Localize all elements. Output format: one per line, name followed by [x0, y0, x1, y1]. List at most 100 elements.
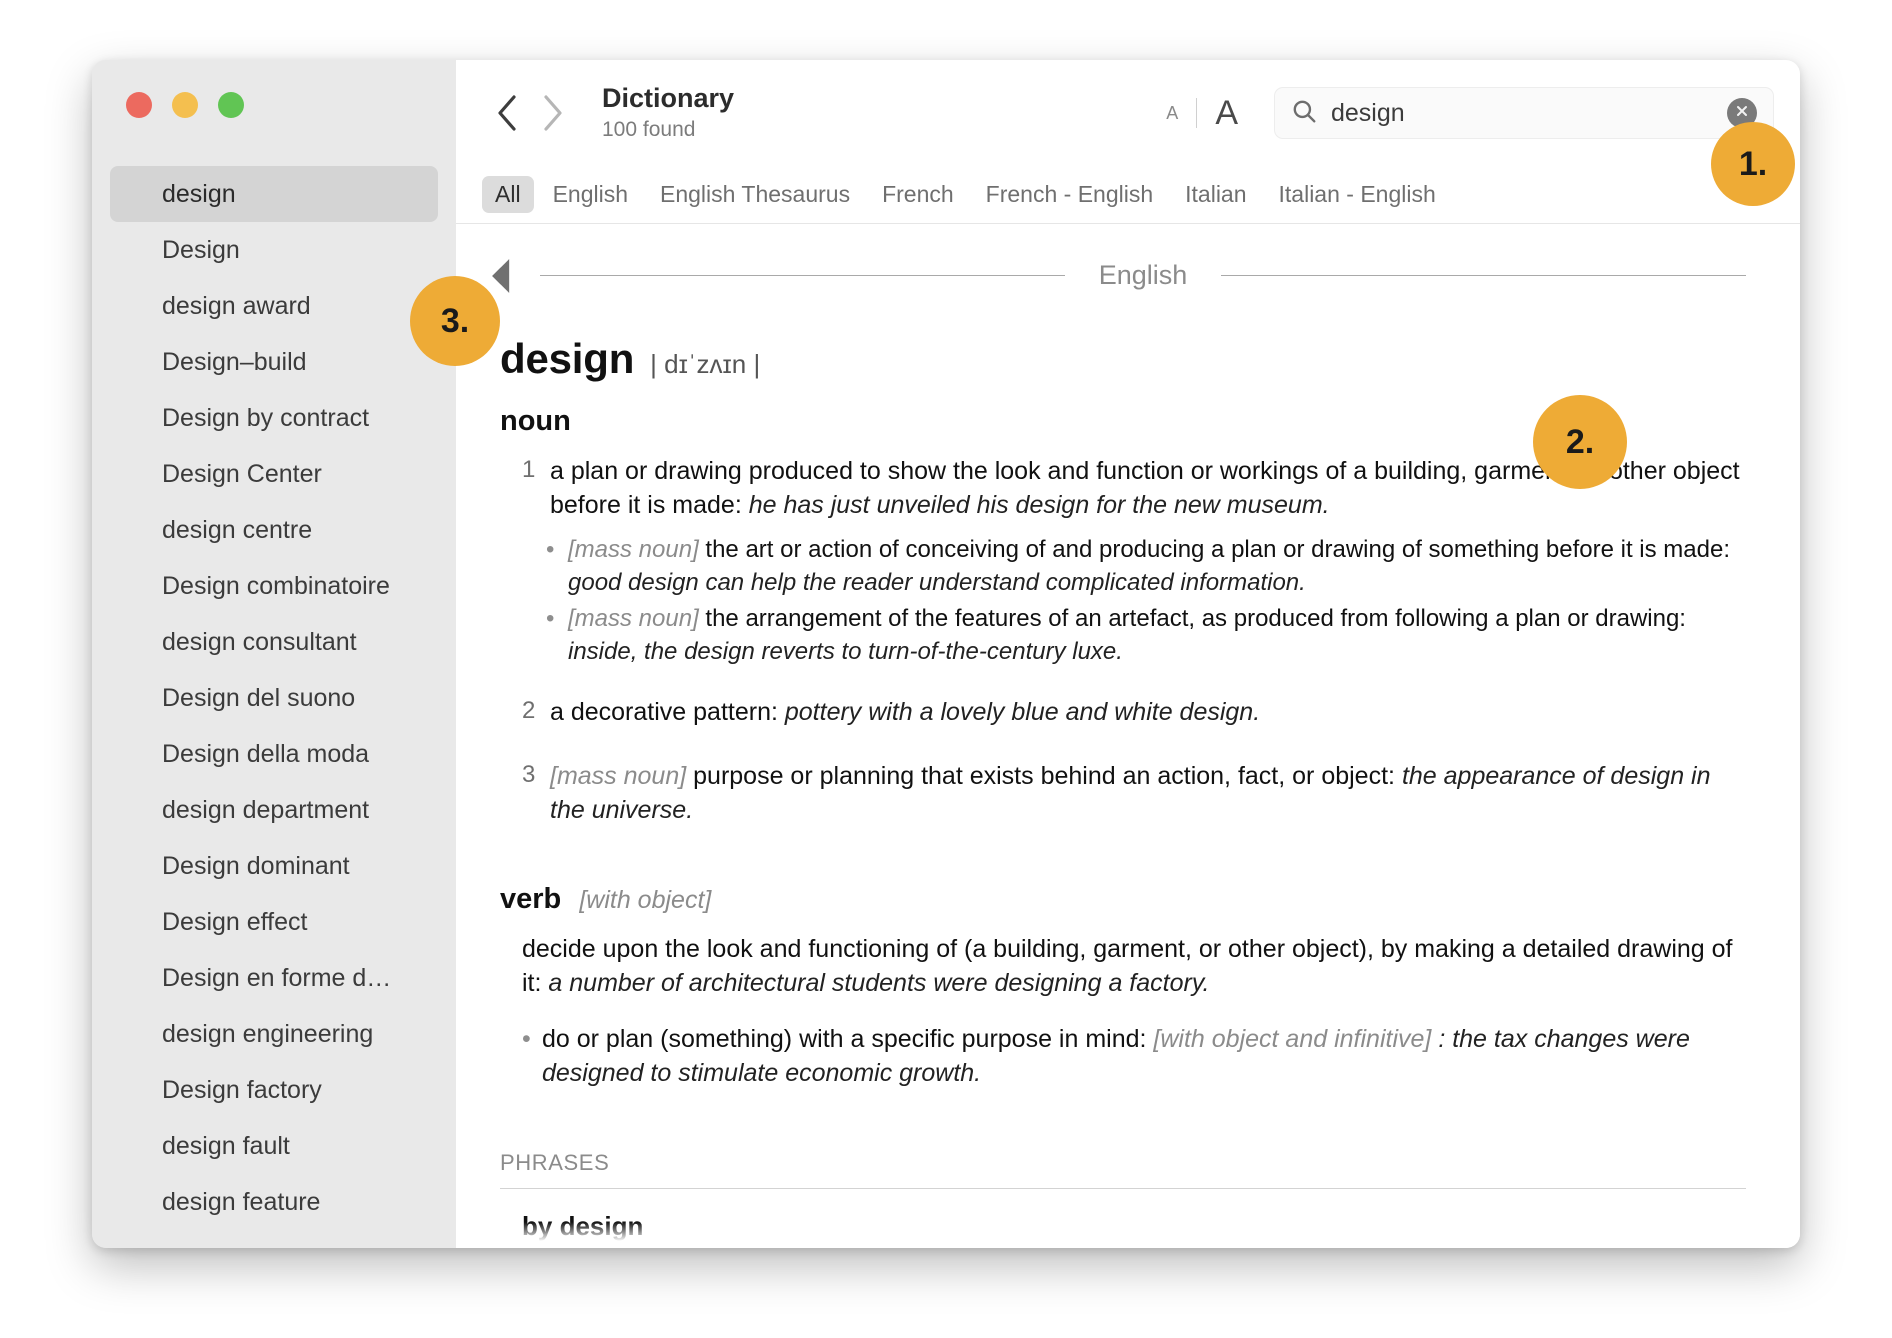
annotation-badge-2: 2.	[1533, 395, 1627, 489]
sidebar-item-design-department[interactable]: design department	[110, 782, 438, 838]
tab-label: All	[495, 181, 521, 207]
result-label: design	[162, 179, 236, 208]
sidebar-item-design-family[interactable]: Design family	[110, 1230, 438, 1249]
grammar-label: [mass noun]	[568, 536, 699, 563]
result-label: design feature	[162, 1187, 321, 1216]
sidebar-item-design-en-forme[interactable]: Design en forme d…	[110, 950, 438, 1006]
sidebar-item-design-consultant[interactable]: design consultant	[110, 614, 438, 670]
content-pane: Dictionary 100 found A A design All Engl…	[456, 60, 1800, 1248]
back-button[interactable]	[484, 90, 530, 136]
tab-english[interactable]: English	[540, 176, 641, 213]
divider	[540, 275, 1065, 276]
result-label: design department	[162, 795, 370, 824]
pos-label: verb	[500, 882, 562, 915]
sidebar-item-design-factory[interactable]: Design factory	[110, 1062, 438, 1118]
sense-3: 3 [mass noun] purpose or planning that e…	[522, 759, 1746, 827]
result-label: design centre	[162, 515, 313, 544]
sense-2: 2 a decorative pattern: pottery with a l…	[522, 695, 1746, 729]
tab-english-thesaurus[interactable]: English Thesaurus	[647, 176, 863, 213]
grammar-label: [with object and infinitive]	[1153, 1024, 1432, 1053]
zoom-button[interactable]	[218, 92, 244, 118]
annotation-badge-3: 3.	[410, 276, 500, 366]
verb-subsense-definition: do or plan (something) with a specific p…	[542, 1024, 1147, 1053]
sense-definition: a decorative pattern:	[550, 697, 778, 726]
dictionary-tab-bar: All English English Thesaurus French Fre…	[456, 166, 1800, 224]
tab-all[interactable]: All	[482, 176, 534, 213]
subsense-definition: the arrangement of the features of an ar…	[705, 605, 1686, 633]
verb-sense: decide upon the look and functioning of …	[522, 932, 1746, 1000]
toolbar: Dictionary 100 found A A design	[456, 60, 1800, 166]
tab-label: English	[552, 181, 628, 207]
subsense-body: [mass noun] the art or action of conceiv…	[568, 534, 1746, 599]
sidebar-item-design-effect[interactable]: Design effect	[110, 894, 438, 950]
sidebar-item-design-by-contract[interactable]: Design by contract	[110, 390, 438, 446]
sense-example: pottery with a lovely blue and white des…	[784, 697, 1261, 726]
section-label: English	[1098, 260, 1188, 290]
tab-french-english[interactable]: French - English	[973, 176, 1166, 213]
grammar-label: [mass noun]	[550, 761, 687, 790]
result-label: Design dominant	[162, 851, 350, 880]
increase-font-size-button[interactable]: A	[1197, 94, 1256, 133]
window-controls	[126, 92, 244, 118]
result-label: Design by contract	[162, 403, 370, 432]
sidebar-item-design-award[interactable]: design award	[110, 278, 438, 334]
chevron-right-icon	[540, 93, 566, 133]
sidebar-item-design-engineering[interactable]: design engineering	[110, 1006, 438, 1062]
phrases-heading: PHRASES	[500, 1149, 610, 1175]
sidebar-item-design-combinatoire[interactable]: Design combinatoire	[110, 558, 438, 614]
subsense-body: [mass noun] the arrangement of the featu…	[568, 603, 1746, 668]
sidebar-item-design-centre[interactable]: design centre	[110, 502, 438, 558]
annotation-badge-1: 1.	[1711, 122, 1795, 206]
sense-body: a decorative pattern: pottery with a lov…	[550, 695, 1746, 729]
result-label: design award	[162, 291, 311, 320]
result-label: Design del suono	[162, 683, 356, 712]
phrase-term: by design	[522, 1210, 644, 1241]
minimize-button[interactable]	[172, 92, 198, 118]
search-value: design	[1331, 98, 1405, 127]
sense-body: [mass noun] purpose or planning that exi…	[550, 759, 1746, 827]
sidebar-item-design-del-suono[interactable]: Design del suono	[110, 670, 438, 726]
search-input[interactable]: design	[1274, 87, 1774, 139]
sense-number: 3	[522, 760, 536, 788]
tab-french[interactable]: French	[869, 176, 967, 213]
tab-italian-english[interactable]: Italian - English	[1266, 176, 1449, 213]
result-label: Design factory	[162, 1075, 322, 1104]
result-label: Design family	[162, 1244, 312, 1249]
badge-label: 1.	[1738, 144, 1768, 183]
tab-italian[interactable]: Italian	[1172, 176, 1259, 213]
clear-circle-icon	[1734, 103, 1750, 124]
font-size-controls: A A	[1148, 94, 1256, 133]
sidebar-item-design-della-moda[interactable]: Design della moda	[110, 726, 438, 782]
pronunciation: | dɪˈzʌɪn |	[650, 349, 761, 379]
search-results-list[interactable]: design Design design award Design–build …	[92, 166, 456, 1248]
search-icon	[1291, 98, 1317, 129]
subsense-example: good design can help the reader understa…	[568, 568, 1306, 596]
sidebar-item-design-cap[interactable]: Design	[110, 222, 438, 278]
subsense-example: inside, the design reverts to turn-of-th…	[568, 637, 1123, 665]
chevron-left-icon	[494, 93, 520, 133]
sidebar-item-design-build[interactable]: Design–build	[110, 334, 438, 390]
result-label: Design della moda	[162, 739, 370, 768]
divider	[500, 1187, 1746, 1189]
bullet-icon: •	[546, 605, 555, 633]
close-button[interactable]	[126, 92, 152, 118]
dictionary-window: design Design design award Design–build …	[92, 60, 1800, 1248]
bullet-icon: •	[546, 536, 555, 563]
sidebar-item-design-feature[interactable]: design feature	[110, 1174, 438, 1230]
sidebar-item-design-center[interactable]: Design Center	[110, 446, 438, 502]
part-of-speech-verb: verb [with object]	[500, 883, 1746, 916]
disclosure-triangle-icon[interactable]	[492, 258, 527, 293]
bullet-icon: •	[522, 1024, 531, 1053]
sidebar-item-design-dominant[interactable]: Design dominant	[110, 838, 438, 894]
forward-button[interactable]	[530, 90, 576, 136]
sidebar: design Design design award Design–build …	[92, 60, 500, 1248]
verb-subsense-body: do or plan (something) with a specific p…	[542, 1022, 1746, 1090]
result-label: Design Center	[162, 459, 322, 488]
sidebar-item-design[interactable]: design	[110, 166, 438, 222]
result-count: 100 found	[602, 117, 696, 141]
badge-label: 2.	[1565, 422, 1595, 461]
sidebar-item-design-fault[interactable]: design fault	[110, 1118, 438, 1174]
decrease-font-size-button[interactable]: A	[1148, 103, 1196, 124]
desktop-background: design Design design award Design–build …	[0, 0, 1892, 1338]
sense-definition: purpose or planning that exists behind a…	[693, 761, 1395, 790]
